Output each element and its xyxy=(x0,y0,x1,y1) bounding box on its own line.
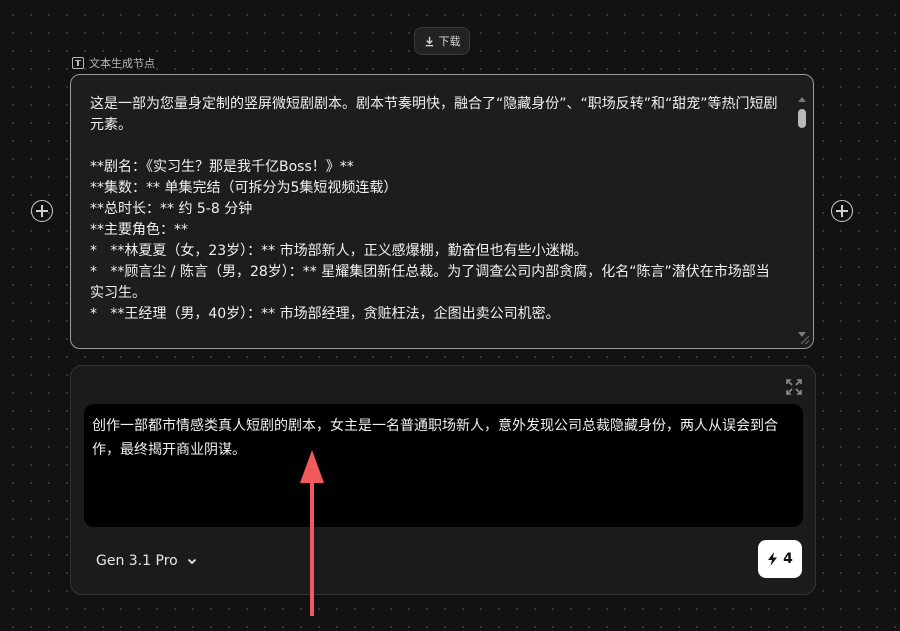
generate-button[interactable]: 4 xyxy=(758,540,802,578)
text-generation-node[interactable]: 这是一部为您量身定制的竖屏微短剧剧本。剧本节奏明快，融合了“隐藏身份”、“职场反… xyxy=(70,74,814,349)
lightning-icon xyxy=(768,552,778,566)
script-line: 实习生。 xyxy=(90,285,146,301)
annotation-arrow xyxy=(300,450,324,616)
script-line: **剧名：《实习生？那是我千亿Boss！》** xyxy=(90,159,354,175)
script-line: 元素。 xyxy=(90,117,132,133)
resize-handle[interactable] xyxy=(801,336,809,344)
scroll-up-icon[interactable] xyxy=(798,97,806,102)
script-line: * **顾言尘 / 陈言（男，28岁）：** 星耀集团新任总裁。为了调查公司内部… xyxy=(90,264,770,280)
script-line: **总时长：** 约 5-8 分钟 xyxy=(90,201,253,217)
download-label: 下载 xyxy=(438,35,461,48)
chevron-down-icon xyxy=(187,558,196,565)
text-node-label: 文本生成节点 xyxy=(72,56,155,70)
prompt-input[interactable]: 创作一部都市情感类真人短剧的剧本，女主是一名普通职场新人，意外发现公司总裁隐藏身… xyxy=(84,404,803,527)
script-line: **主要角色：** xyxy=(90,222,188,238)
add-output-node-button[interactable] xyxy=(831,200,853,222)
prompt-panel: 创作一部都市情感类真人短剧的剧本，女主是一名普通职场新人，意外发现公司总裁隐藏身… xyxy=(70,365,816,595)
script-line: 这是一部为您量身定制的竖屏微短剧剧本。剧本节奏明快，融合了“隐藏身份”、“职场反… xyxy=(90,96,778,112)
generated-script-text[interactable]: 这是一部为您量身定制的竖屏微短剧剧本。剧本节奏明快，融合了“隐藏身份”、“职场反… xyxy=(90,94,795,325)
download-button[interactable]: 下载 xyxy=(414,27,470,55)
expand-icon[interactable] xyxy=(785,378,803,396)
script-line: * **王经理（男，40岁）：** 市场部经理，贪赃枉法，企图出卖公司机密。 xyxy=(90,306,560,322)
model-name: Gen 3.1 Pro xyxy=(96,553,178,569)
script-line: * **林夏夏（女，23岁）：** 市场部新人，正义感爆棚，勤奋但也有些小迷糊。 xyxy=(90,243,588,259)
model-selector[interactable]: Gen 3.1 Pro xyxy=(96,548,198,574)
text-node-title: 文本生成节点 xyxy=(89,57,155,70)
script-line: **集数：** 单集完结（可拆分为5集短视频连载） xyxy=(90,180,398,196)
add-input-node-button[interactable] xyxy=(31,200,53,222)
scroll-thumb[interactable] xyxy=(798,109,806,128)
text-type-icon xyxy=(72,57,84,69)
download-icon xyxy=(425,36,433,46)
script-line xyxy=(90,136,795,157)
scrollbar[interactable] xyxy=(797,97,807,337)
credit-count: 4 xyxy=(783,551,793,567)
